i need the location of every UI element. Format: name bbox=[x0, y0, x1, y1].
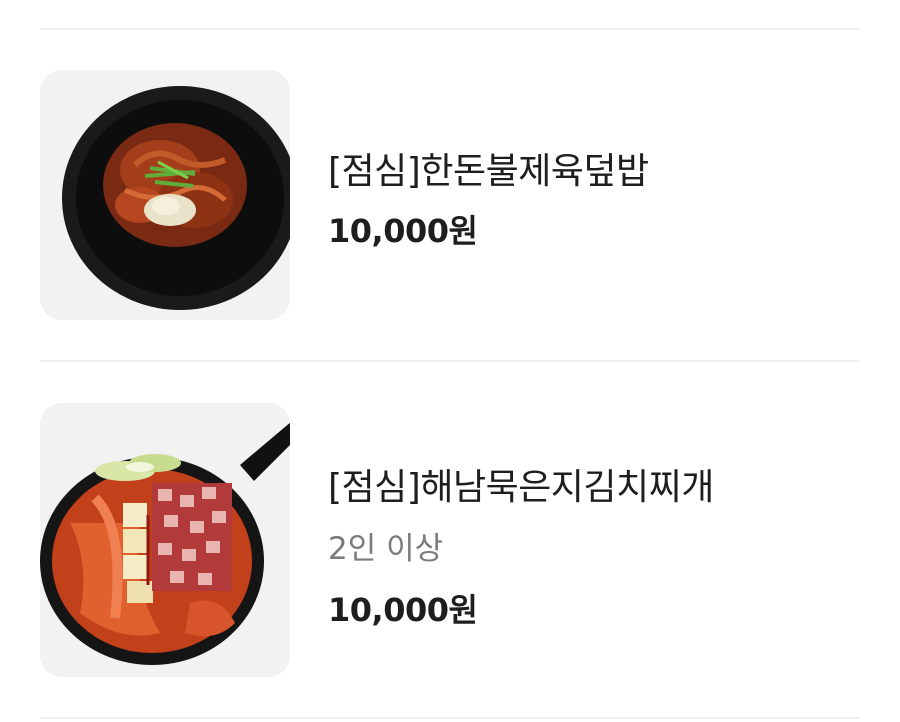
pork-rice-bowl-photo-icon bbox=[40, 70, 290, 320]
menu-item-note: 2인 이상 bbox=[328, 531, 444, 567]
kimchi-stew-pan-photo-icon bbox=[40, 403, 290, 677]
menu-item-thumbnail bbox=[40, 70, 290, 320]
bottom-divider bbox=[40, 717, 860, 719]
menu-item-kimchi-stew[interactable]: [점심]해남묵은지김치찌개 2인 이상 10,000원 bbox=[40, 403, 860, 677]
menu-item-price: 10,000원 bbox=[328, 212, 478, 250]
menu-item-name: [점심]해남묵은지김치찌개 bbox=[328, 467, 714, 508]
menu-item-pork-rice-bowl[interactable]: [점심]한돈불제육덮밥 10,000원 bbox=[40, 70, 860, 320]
item-divider bbox=[40, 360, 860, 362]
menu-item-price: 10,000원 bbox=[328, 591, 478, 629]
top-divider bbox=[40, 28, 860, 30]
menu-item-thumbnail bbox=[40, 403, 290, 677]
menu-item-name: [점심]한돈불제육덮밥 bbox=[328, 151, 649, 192]
